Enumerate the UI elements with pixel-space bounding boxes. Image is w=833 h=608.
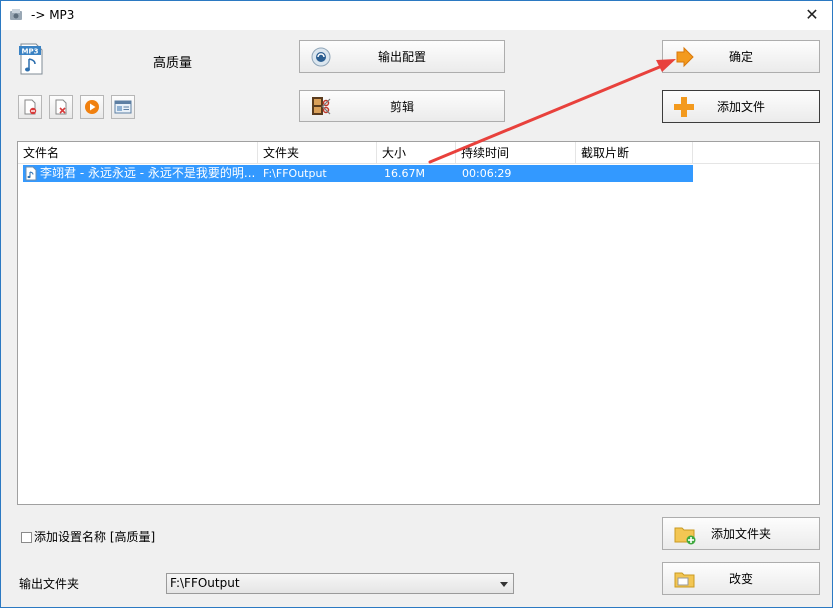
row-size: 16.67M	[384, 167, 425, 180]
output-folder-select[interactable]: F:\FFOutput	[166, 573, 514, 594]
column-header-filename[interactable]: 文件名	[18, 142, 258, 164]
add-setting-name-checkbox[interactable]	[21, 532, 32, 543]
clear-list-icon	[55, 99, 67, 115]
ok-button[interactable]: 确定	[662, 40, 820, 73]
ok-label: 确定	[728, 50, 753, 64]
mp3-icon-label: MP3	[22, 48, 39, 56]
folder-add-icon	[674, 527, 696, 544]
row-clip	[581, 165, 681, 182]
play-button[interactable]	[80, 95, 104, 119]
row-filename: 李翊君 - 永远永远 - 永远不是我要的明...	[40, 166, 256, 180]
output-config-button[interactable]: 输出配置	[299, 40, 505, 73]
table-row[interactable]: 李翊君 - 永远永远 - 永远不是我要的明... F:\FFOutput 16.…	[23, 165, 693, 182]
window-title: -> MP3	[31, 8, 75, 22]
file-list[interactable]: 文件名 文件夹 大小 持续时间 截取片断 李翊君 - 永远永远 - 永远不是我要…	[17, 141, 820, 505]
dialog-body: MP3 高质量 输出配置 确定 剪辑 添加文件 文件名 文件夹 大小 持续时间 …	[1, 30, 832, 607]
chevron-down-icon	[500, 582, 508, 587]
quality-label: 高质量	[153, 56, 193, 71]
mp3-file-icon: MP3	[19, 43, 43, 75]
row-duration: 00:06:29	[462, 167, 512, 180]
add-folder-button[interactable]: 添加文件夹	[662, 517, 820, 550]
clip-label: 剪辑	[389, 99, 414, 114]
audio-file-icon	[25, 166, 37, 181]
remove-file-button[interactable]	[18, 95, 42, 119]
settings-globe-icon	[311, 47, 331, 66]
add-file-label: 添加文件	[716, 100, 765, 114]
play-icon	[85, 100, 99, 114]
app-icon	[10, 9, 22, 20]
output-folder-label: 输出文件夹	[19, 577, 80, 591]
column-header-duration[interactable]: 持续时间	[456, 142, 576, 164]
row-folder: F:\FFOutput	[263, 167, 327, 180]
media-info-icon	[114, 100, 132, 114]
clip-button[interactable]: 剪辑	[299, 90, 505, 122]
column-header-folder[interactable]: 文件夹	[258, 142, 377, 164]
title-bar: -> MP3 ✕	[1, 1, 832, 30]
clear-list-button[interactable]	[49, 95, 73, 119]
add-setting-name-label: 添加设置名称 [高质量]	[34, 530, 156, 544]
output-folder-value: F:\FFOutput	[170, 576, 240, 590]
add-folder-label: 添加文件夹	[710, 527, 771, 541]
arrow-right-icon	[676, 46, 694, 67]
output-config-label: 输出配置	[377, 50, 426, 64]
remove-file-icon	[24, 99, 37, 115]
media-info-button[interactable]	[111, 95, 135, 119]
change-label: 改变	[728, 572, 753, 586]
close-button[interactable]: ✕	[802, 5, 822, 25]
change-button[interactable]: 改变	[662, 562, 820, 595]
column-header-clip[interactable]: 截取片断	[576, 142, 693, 164]
plus-icon	[674, 96, 694, 117]
film-scissors-icon	[312, 97, 331, 115]
folder-open-icon	[674, 572, 695, 587]
file-list-header: 文件名 文件夹 大小 持续时间 截取片断	[18, 142, 819, 164]
add-file-button[interactable]: 添加文件	[662, 90, 820, 123]
column-header-size[interactable]: 大小	[377, 142, 456, 164]
converter-window: -> MP3 ✕ MP3 高质量 输出配置 确定 剪辑 添加文件 文件名 文件夹…	[0, 0, 833, 608]
